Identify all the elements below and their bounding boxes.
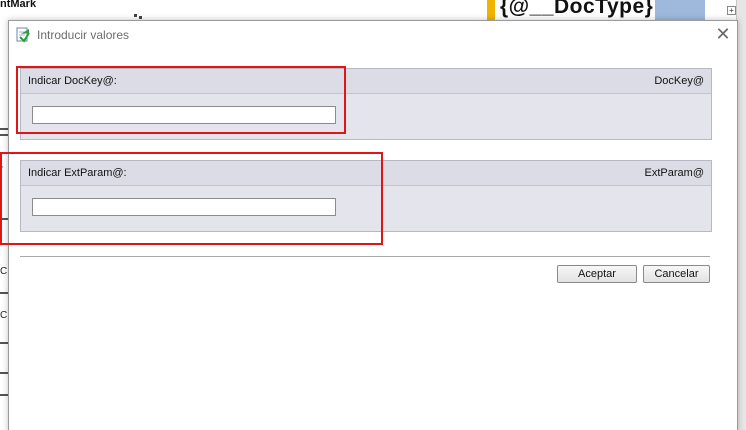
doctype-field[interactable]: {@__DocType} [500, 0, 653, 19]
close-icon[interactable]: ✕ [713, 25, 733, 45]
app-form-icon [16, 27, 30, 43]
screen: ntMark {@__DocType} + r C C Introducir v… [0, 0, 746, 430]
selection-marker [134, 14, 137, 17]
background-block [655, 0, 705, 22]
param-variable-name: ExtParam@ [644, 167, 704, 179]
background-letter: C [0, 310, 8, 321]
field-mark-text: ntMark [0, 0, 37, 10]
panel-header: Indicar DocKey@: DocKey@ [21, 69, 711, 94]
background-letter: r [0, 164, 4, 175]
doctype-accent-bar [487, 0, 495, 22]
param-panel-dockey: Indicar DocKey@: DocKey@ [20, 68, 712, 140]
background-letter: C [0, 266, 8, 277]
dockey-input[interactable] [32, 106, 336, 124]
param-panel-extparam: Indicar ExtParam@: ExtParam@ [20, 160, 712, 232]
panel-header: Indicar ExtParam@: ExtParam@ [21, 161, 711, 186]
expand-icon[interactable]: + [727, 6, 736, 15]
button-divider [20, 256, 710, 257]
param-label: Indicar ExtParam@: [28, 167, 127, 179]
dialog-title: Introducir valores [37, 28, 130, 42]
selection-marker [139, 16, 142, 19]
dialog-titlebar[interactable]: Introducir valores ✕ [9, 21, 737, 49]
background-document: ntMark {@__DocType} + [0, 0, 746, 22]
cancel-button[interactable]: Cancelar [643, 265, 710, 283]
accept-button[interactable]: Aceptar [557, 265, 637, 283]
input-values-dialog: Introducir valores ✕ Indicar DocKey@: Do… [8, 20, 738, 430]
param-label: Indicar DocKey@: [28, 75, 117, 87]
param-variable-name: DocKey@ [654, 75, 704, 87]
extparam-input[interactable] [32, 198, 336, 216]
